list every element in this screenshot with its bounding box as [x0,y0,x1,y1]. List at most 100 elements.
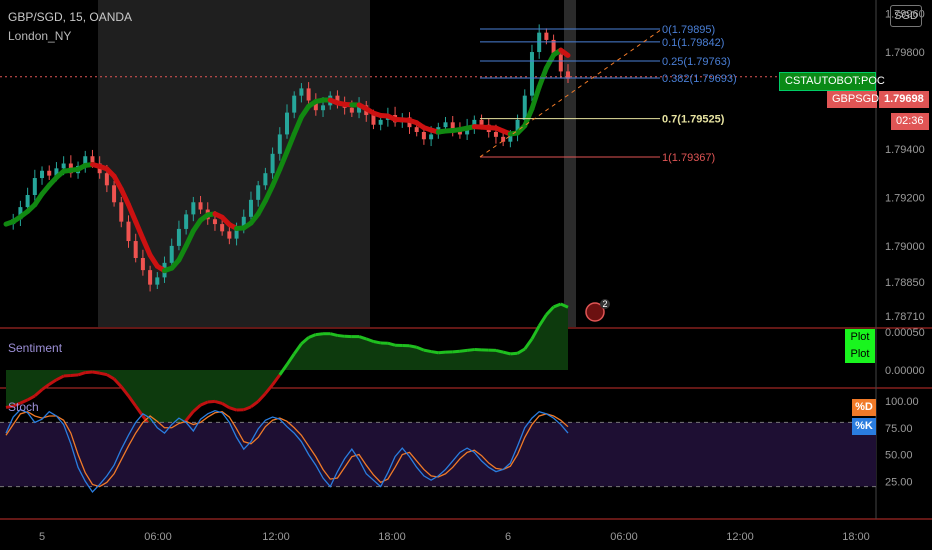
candle-body [119,202,124,222]
event-count-label: 2 [602,299,607,309]
x-tick-label: 12:00 [262,531,290,543]
candle-body [169,245,174,263]
symbol-title[interactable]: GBP/SGD, 15, OANDA [8,10,132,24]
candle-body [299,88,304,96]
candle-body [25,195,30,208]
candle-body [227,231,232,239]
fib-level-label: 1(1.79367) [662,152,715,164]
candle-body [349,107,354,113]
candle-body [104,173,109,186]
sentiment-line-segment [337,333,345,338]
sentiment-line-segment [85,370,93,375]
fib-level-label: 0.7(1.79525) [662,114,725,126]
candle-body [47,170,52,176]
candle-body [248,199,253,217]
sentiment-line-segment [70,373,79,377]
sentiment-line-segment [63,373,71,378]
candle-body [443,122,448,128]
stoch-tick-label: 25.00 [885,476,913,488]
sentiment-line-segment [387,341,396,347]
candle-body [176,228,181,246]
sentiment-line-segment [438,350,446,355]
candle-body [378,119,383,125]
sentiment-plot-tag-2: Plot [845,346,875,363]
candle-body [501,136,506,142]
sentiment-line-segment [423,348,432,354]
candle-body [421,132,426,140]
x-tick-label: 18:00 [378,531,406,543]
candle-body [184,214,189,229]
fib-level-label: 0(1.79895) [662,24,715,36]
currency-button[interactable]: SGD [890,5,922,27]
candle-body [112,185,117,203]
candle-body [558,54,563,72]
sentiment-line-segment [466,348,475,352]
stoch-pane-label[interactable]: Stoch [8,400,39,414]
x-tick-label: 18:00 [842,531,870,543]
sentiment-line-segment [409,344,417,349]
candle-body [198,202,203,210]
candle-body [479,119,484,125]
candle-body [148,270,153,285]
candle-body [414,127,419,132]
fib-level-label: 0.382(1.79693) [662,73,737,85]
current-price-tag: 1.79698 [879,91,929,108]
sentiment-line-segment [99,371,108,377]
stoch-tick-label: 50.00 [885,450,913,462]
fib-level-label: 0.25(1.79763) [662,56,731,68]
sentiment-line-segment [92,370,100,375]
y-tick-label: 1.79400 [885,144,925,156]
candle-body [32,178,37,195]
sentiment-line-segment [452,349,461,354]
candle-body [61,163,66,169]
candle-body [256,185,261,200]
symbol-price-tag: GBPSGD [827,91,879,108]
y-tick-label: 1.78850 [885,277,925,289]
stoch-tick-label: 100.00 [885,396,919,408]
candle-body [191,202,196,215]
countdown-tag: 02:36 [891,113,929,130]
sentiment-line-segment [495,348,504,354]
candle-body [292,95,297,113]
candle-body [529,52,534,96]
candle-body [220,224,225,232]
sentiment-tick-label: 0.00050 [885,327,925,339]
candle-body [321,105,326,111]
x-tick-label: 5 [39,531,45,543]
candle-body [270,153,275,174]
stoch-k-tag: %K [852,418,876,435]
candle-body [126,221,131,242]
y-tick-label: 1.78710 [885,311,925,323]
stoch-tick-label: 75.00 [885,423,913,435]
candle-body [493,132,498,137]
sentiment-line-segment [315,332,324,337]
candle-body [263,173,268,186]
x-tick-label: 06:00 [144,531,172,543]
session-shade [98,0,370,327]
candle-body [306,88,311,101]
sentiment-line-segment [430,350,439,355]
sentiment-line-segment [207,399,216,404]
sentiment-line-segment [502,350,511,356]
candle-body [140,258,145,271]
sentiment-line-segment [373,340,381,345]
sentiment-pane-label[interactable]: Sentiment [8,341,62,355]
sentiment-line-segment [329,332,338,337]
candle-body [544,32,549,40]
candle-body [133,241,138,258]
candle-body [429,134,434,140]
sentiment-line-segment [459,348,468,353]
candle-body [40,170,45,179]
candle-body [277,134,282,154]
y-tick-label: 1.79200 [885,192,925,204]
fib-level-label: 0.1(1.79842) [662,37,724,49]
sentiment-line-segment [510,351,518,356]
strategy-label: CSTAUTOBOT:POC [779,72,885,91]
x-tick-label: 12:00 [726,531,754,543]
session-shade [564,0,576,327]
sentiment-tick-label: 0.00000 [885,365,925,377]
candle-body [285,112,289,135]
y-tick-label: 1.79800 [885,47,925,59]
indicator-name[interactable]: London_NY [8,29,71,43]
y-tick-label: 1.79000 [885,241,925,253]
